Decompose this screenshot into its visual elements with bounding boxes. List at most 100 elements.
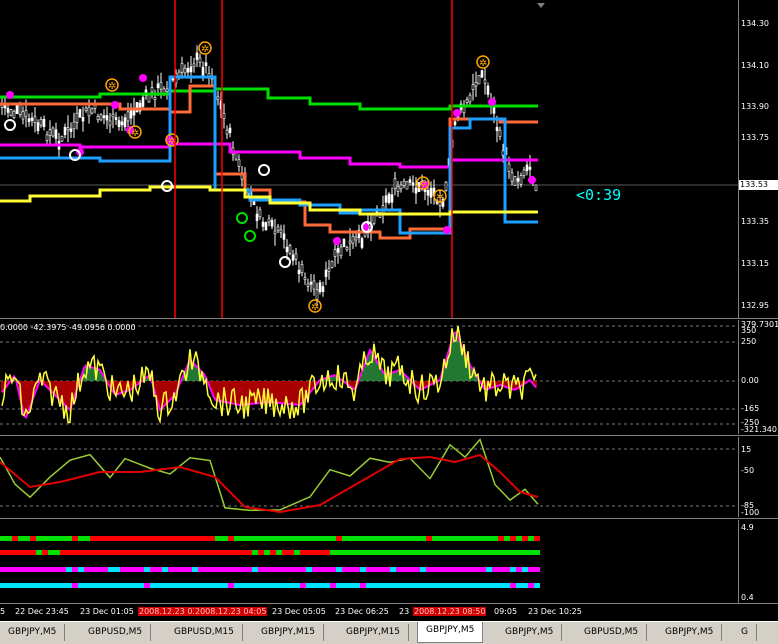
pane-separator[interactable] xyxy=(0,518,778,519)
oscillator-2-axis[interactable]: 15 -50 -85 -100 xyxy=(738,437,778,517)
osc1-axis-label: 350 xyxy=(741,326,757,335)
pane-separator[interactable] xyxy=(0,318,778,319)
trend-bar-segment xyxy=(336,536,342,541)
candle-body xyxy=(36,122,40,132)
candle-body xyxy=(534,184,538,192)
current-price-label: 133.53 xyxy=(739,180,778,190)
candle-body xyxy=(228,127,232,134)
trend-bar-segment xyxy=(534,536,540,541)
candle-body xyxy=(507,163,511,172)
candle-body xyxy=(261,221,265,227)
candle-body xyxy=(78,109,82,118)
candle-body xyxy=(429,187,433,198)
candle-body xyxy=(255,213,259,221)
star-signal-icon: ✲ xyxy=(419,179,427,190)
chart-tab[interactable]: GBPUSD,M5 xyxy=(80,624,152,641)
trend-bar-segment xyxy=(486,567,492,572)
candle-body xyxy=(309,281,313,285)
trend-bar-segment xyxy=(330,550,400,555)
chart-tab[interactable]: GBPJPY,M5 xyxy=(657,624,723,641)
trend-bar-segment xyxy=(420,567,426,572)
trend-bar-segment xyxy=(66,567,72,572)
oscillator-2-pane[interactable] xyxy=(0,437,738,517)
trend-bar-segment xyxy=(252,567,258,572)
magenta-signal-dot xyxy=(139,74,147,82)
candle-body xyxy=(354,236,358,241)
candle-body xyxy=(69,128,73,132)
chart-tab-active[interactable]: GBPJPY,M5 xyxy=(417,622,484,643)
candle-body xyxy=(306,283,310,287)
candle-body xyxy=(222,112,226,120)
candle-body xyxy=(477,75,481,85)
bar-countdown-timer: <0:39 xyxy=(576,186,622,204)
chart-tab[interactable]: GBPUSD,M5 xyxy=(576,624,648,641)
oscillator-3-pane[interactable] xyxy=(0,520,738,603)
candle-body xyxy=(105,115,109,121)
candle-body xyxy=(270,220,274,227)
osc1-axis-label: -321.340 xyxy=(741,425,777,434)
candle-body xyxy=(471,84,475,90)
chart-tab[interactable]: G xyxy=(733,624,757,641)
candle-body xyxy=(372,214,376,224)
candle-body xyxy=(33,116,37,123)
candle-body xyxy=(426,190,430,196)
osc2-axis-label: -50 xyxy=(741,466,755,475)
price-chart-canvas: ✲✲✲✲✲✲✲✲ xyxy=(0,0,738,318)
price-chart-pane[interactable]: ✲ ✲ ✲ ✲ ✲ ✲ ✲ ✲ <0:39 xyxy=(0,0,738,318)
trend-bar-segment xyxy=(522,536,528,541)
trend-bar-segment xyxy=(504,536,510,541)
candle-body xyxy=(468,94,472,103)
candle-body xyxy=(303,277,307,280)
trend-bar-segment xyxy=(492,550,498,555)
candle-body xyxy=(72,121,76,130)
candle-body xyxy=(387,193,391,203)
chart-tab[interactable]: GBPJPY,M5 xyxy=(497,624,563,641)
candle-body xyxy=(195,52,199,60)
time-axis[interactable]: 5 22 Dec 23:45 23 Dec 01:05 2008.12.23 0… xyxy=(0,603,778,621)
trend-bar-segment xyxy=(102,550,108,555)
candle-body xyxy=(498,129,502,137)
candle-body xyxy=(27,118,31,123)
trend-bar-segment xyxy=(426,536,432,541)
candle-body xyxy=(30,117,34,121)
price-label: 133.90 xyxy=(741,102,769,111)
candle-body xyxy=(180,63,184,73)
candle-body xyxy=(495,126,499,132)
price-candles xyxy=(0,45,538,307)
time-label: 23 Dec 01:05 xyxy=(80,607,134,616)
candle-body xyxy=(45,134,49,141)
candle-body xyxy=(399,184,403,190)
trend-bar-segment xyxy=(108,567,114,572)
trend-bar-segment xyxy=(192,567,198,572)
magenta-signal-dot xyxy=(488,98,496,106)
candle-body xyxy=(24,110,28,117)
candle-body xyxy=(234,152,238,160)
trend-bar-segment xyxy=(228,583,234,588)
candle-body xyxy=(285,246,289,253)
chart-tab[interactable]: GBPJPY,M5 xyxy=(0,624,66,641)
chart-tab[interactable]: GBPJPY,M15 xyxy=(338,624,410,641)
signal-markers: ✲✲✲✲✲✲✲✲ xyxy=(4,41,536,313)
trend-bar-segment xyxy=(24,536,30,541)
chart-tab[interactable]: GBPUSD,M15 xyxy=(166,624,243,641)
candle-body xyxy=(21,111,25,120)
candle-body xyxy=(384,195,388,203)
candle-body xyxy=(192,63,196,67)
candle-body xyxy=(474,82,478,87)
candle-body xyxy=(126,111,130,122)
candle-body xyxy=(90,108,94,114)
candle-body xyxy=(321,286,325,292)
candle-body xyxy=(153,96,157,100)
chart-tab[interactable]: GBPJPY,M15 xyxy=(253,624,325,641)
price-axis[interactable]: 134.30 134.10 133.90 133.75 133.53 133.3… xyxy=(738,0,778,318)
candle-body xyxy=(333,249,337,257)
oscillator-1-axis[interactable]: 379.7301 350 250 0.00 -165 -250 -321.340 xyxy=(738,320,778,434)
pane-separator[interactable] xyxy=(0,435,778,436)
candle-body xyxy=(279,229,283,234)
candle-body xyxy=(408,179,412,183)
trend-bar-segment xyxy=(126,550,132,555)
trend-bar-segment xyxy=(486,550,492,555)
candle-body xyxy=(282,233,286,240)
oscillator-3-axis[interactable]: 4.9 0.4 xyxy=(738,520,778,603)
oscillator-1-pane[interactable]: 0.0000 -42.3975 -49.0956 0.0000 xyxy=(0,320,738,434)
